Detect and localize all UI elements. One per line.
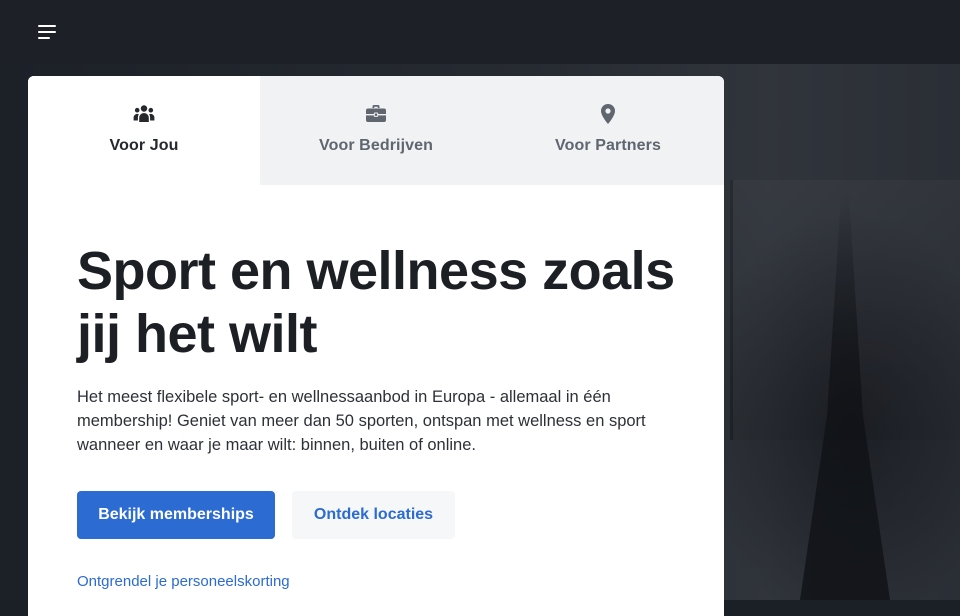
tab-label: Voor Partners bbox=[555, 137, 661, 154]
hero-card: Voor Jou Voor Bedrijven Voor Partners Sp… bbox=[28, 76, 724, 616]
map-pin-icon bbox=[601, 104, 615, 124]
hero-description: Het meest flexibele sport- en wellnessaa… bbox=[77, 388, 646, 454]
hamburger-menu-icon[interactable] bbox=[38, 25, 56, 39]
discover-locations-button[interactable]: Ontdek locaties bbox=[292, 491, 455, 539]
tab-label: Voor Jou bbox=[109, 137, 179, 154]
tab-label: Voor Bedrijven bbox=[318, 137, 434, 154]
briefcase-icon bbox=[366, 105, 386, 122]
tab-voor-partners[interactable]: Voor Partners bbox=[492, 76, 724, 185]
employee-discount-link[interactable]: Ontgrendel je personeelskorting bbox=[77, 573, 290, 590]
view-memberships-button[interactable]: Bekijk memberships bbox=[77, 491, 275, 539]
top-navigation-bar bbox=[0, 0, 960, 64]
tab-voor-jou[interactable]: Voor Jou bbox=[28, 76, 260, 185]
audience-tabs: Voor Jou Voor Bedrijven Voor Partners bbox=[28, 76, 724, 185]
people-group-icon bbox=[133, 105, 155, 122]
page-title: Sport en wellness zoals jij het wilt bbox=[77, 241, 675, 364]
tab-voor-bedrijven[interactable]: Voor Bedrijven bbox=[260, 76, 492, 185]
